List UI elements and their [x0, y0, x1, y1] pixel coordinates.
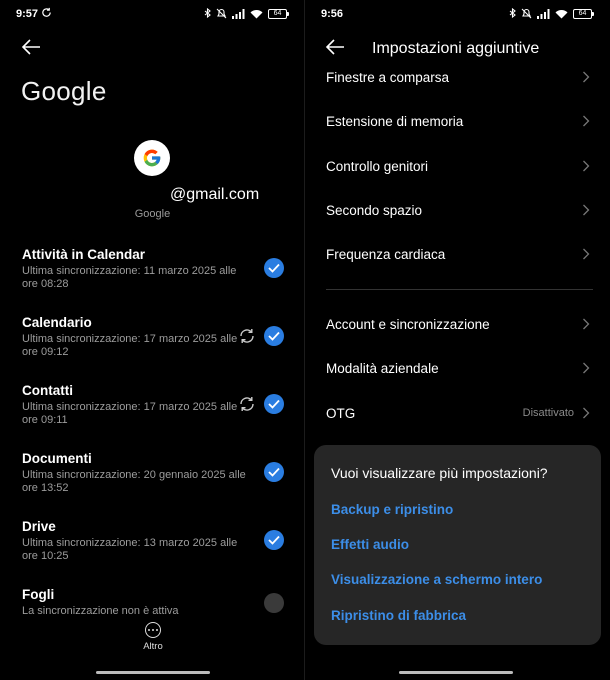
- google-account-screen: 9:57 64 Google @gmail.com Google Attivit…: [0, 0, 305, 680]
- chevron-right-icon: [583, 115, 590, 127]
- check-icon: [268, 263, 280, 273]
- sync-checkbox-calendar[interactable]: [264, 326, 284, 346]
- sync-item-title: Attività in Calendar: [22, 247, 146, 262]
- setting-parental-control[interactable]: Controllo genitori: [326, 154, 590, 178]
- setting-label: OTG: [326, 405, 356, 421]
- chevron-right-icon: [583, 407, 590, 419]
- setting-popup-windows[interactable]: Finestre a comparsa: [326, 65, 590, 89]
- setting-label: Finestre a comparsa: [326, 69, 450, 85]
- sync-item-drive[interactable]: Drive Ultima sincronizzazione: 13 marzo …: [22, 519, 292, 563]
- status-icons: 64: [509, 8, 594, 19]
- factory-reset-link[interactable]: Ripristino di fabbrica: [331, 608, 466, 623]
- fullscreen-display-link[interactable]: Visualizzazione a schermo intero: [331, 572, 542, 587]
- account-provider: Google: [134, 208, 171, 220]
- sync-item-sheets[interactable]: Fogli La sincronizzazione non è attiva: [22, 587, 292, 618]
- back-arrow-icon[interactable]: [325, 38, 345, 56]
- syncing-icon: [240, 329, 254, 343]
- setting-work-mode[interactable]: Modalità aziendale: [326, 356, 590, 380]
- page-title: Google: [21, 76, 107, 106]
- wifi-icon: [555, 9, 568, 18]
- mute-icon: [521, 8, 532, 19]
- sync-checkbox-calendar-tasks[interactable]: [264, 258, 284, 278]
- chevron-right-icon: [583, 204, 590, 216]
- section-divider: [326, 289, 593, 290]
- sync-item-subtitle: La sincronizzazione non è attiva: [22, 605, 179, 617]
- backup-restore-link[interactable]: Backup e ripristino: [331, 502, 453, 517]
- more-icon: [145, 622, 161, 638]
- home-indicator[interactable]: [399, 671, 513, 674]
- setting-label: Modalità aziendale: [326, 360, 439, 376]
- check-icon: [268, 467, 280, 477]
- status-bar: 9:56 64: [305, 0, 610, 28]
- more-button[interactable]: Altro: [135, 622, 171, 652]
- setting-otg[interactable]: OTG Disattivato: [326, 401, 590, 425]
- back-arrow-icon[interactable]: [21, 38, 41, 56]
- chevron-right-icon: [583, 318, 590, 330]
- check-icon: [268, 331, 280, 341]
- sync-item-subtitle: Ultima sincronizzazione: 13 marzo 2025 a…: [22, 537, 238, 562]
- setting-label: Estensione di memoria: [326, 113, 464, 129]
- bluetooth-icon: [509, 8, 516, 19]
- chevron-right-icon: [583, 160, 590, 172]
- sync-checkbox-drive[interactable]: [264, 530, 284, 550]
- setting-label: Secondo spazio: [326, 202, 423, 218]
- setting-second-space[interactable]: Secondo spazio: [326, 198, 590, 222]
- more-settings-popup: Vuoi visualizzare più impostazioni? Back…: [314, 445, 601, 645]
- setting-account-sync[interactable]: Account e sincronizzazione: [326, 312, 590, 336]
- chevron-right-icon: [583, 71, 590, 83]
- setting-memory-extension[interactable]: Estensione di memoria: [326, 109, 590, 133]
- sync-checkbox-documents[interactable]: [264, 462, 284, 482]
- audio-effects-link[interactable]: Effetti audio: [331, 537, 409, 552]
- setting-label: Controllo genitori: [326, 158, 429, 174]
- setting-value: Disattivato: [522, 407, 574, 419]
- status-icons: 64: [204, 8, 289, 19]
- check-icon: [268, 535, 280, 545]
- status-time: 9:57: [16, 8, 39, 20]
- additional-settings-screen: 9:56 64 Impostazioni aggiuntive Finestre…: [305, 0, 610, 680]
- mute-icon: [216, 8, 227, 19]
- more-label: Altro: [143, 641, 163, 652]
- setting-label: Account e sincronizzazione: [326, 316, 490, 332]
- google-logo-icon: [134, 140, 170, 176]
- sync-checkbox-sheets[interactable]: [264, 593, 284, 613]
- popup-title: Vuoi visualizzare più impostazioni?: [331, 465, 548, 481]
- account-email: @gmail.com: [170, 186, 260, 203]
- sync-item-calendar-tasks[interactable]: Attività in Calendar Ultima sincronizzaz…: [22, 247, 292, 291]
- sync-item-subtitle: Ultima sincronizzazione: 20 gennaio 2025…: [22, 469, 246, 494]
- status-bar: 9:57 64: [0, 0, 305, 28]
- sync-item-title: Drive: [22, 519, 56, 534]
- sync-item-title: Fogli: [22, 587, 55, 602]
- check-icon: [268, 399, 280, 409]
- battery-icon: 64: [268, 8, 289, 19]
- sync-item-documents[interactable]: Documenti Ultima sincronizzazione: 20 ge…: [22, 451, 292, 495]
- wifi-icon: [250, 9, 263, 18]
- page-title: Impostazioni aggiuntive: [372, 40, 540, 57]
- home-indicator[interactable]: [96, 671, 210, 674]
- status-time: 9:56: [321, 8, 344, 20]
- setting-heart-rate[interactable]: Frequenza cardiaca: [326, 242, 590, 266]
- setting-label: Frequenza cardiaca: [326, 246, 446, 262]
- sync-checkbox-contacts[interactable]: [264, 394, 284, 414]
- sync-item-subtitle: Ultima sincronizzazione: 11 marzo 2025 a…: [22, 265, 237, 290]
- signal-icon: [537, 8, 550, 19]
- sync-status-icon: [42, 7, 51, 17]
- bluetooth-icon: [204, 8, 211, 19]
- sync-item-title: Documenti: [22, 451, 92, 466]
- chevron-right-icon: [583, 362, 590, 374]
- syncing-icon: [240, 397, 254, 411]
- signal-icon: [232, 8, 245, 19]
- sync-item-subtitle: Ultima sincronizzazione: 17 marzo 2025 a…: [22, 401, 238, 426]
- chevron-right-icon: [583, 248, 590, 260]
- sync-item-subtitle: Ultima sincronizzazione: 17 marzo 2025 a…: [22, 333, 238, 358]
- battery-icon: 64: [573, 8, 594, 19]
